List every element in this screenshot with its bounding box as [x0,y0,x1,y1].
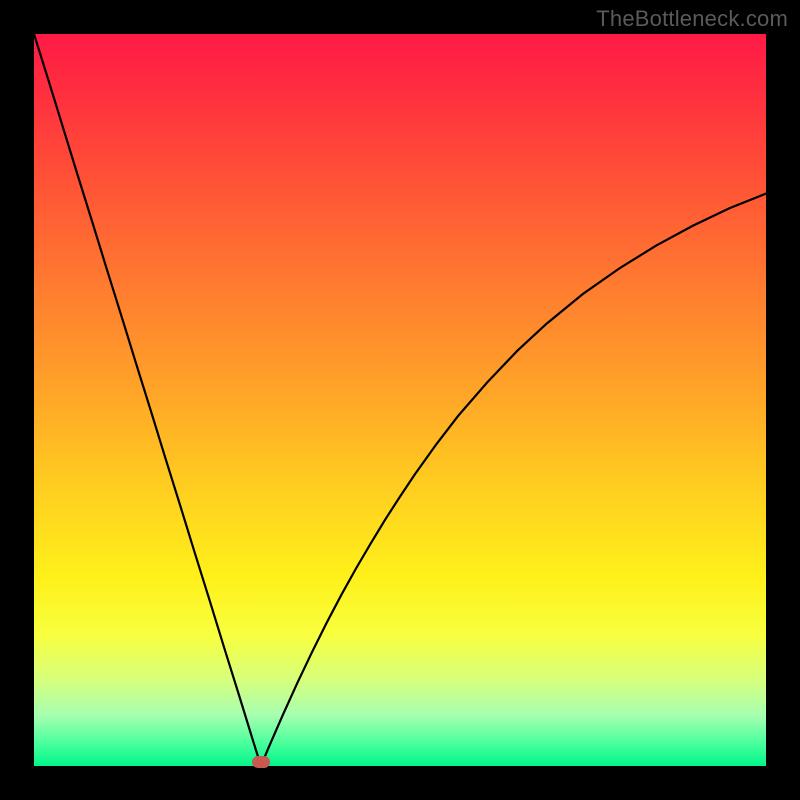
optimal-point-marker [252,756,270,768]
chart-frame: TheBottleneck.com [0,0,800,800]
attribution-label: TheBottleneck.com [596,6,788,32]
plot-area [34,34,766,766]
bottleneck-curve [34,34,766,766]
